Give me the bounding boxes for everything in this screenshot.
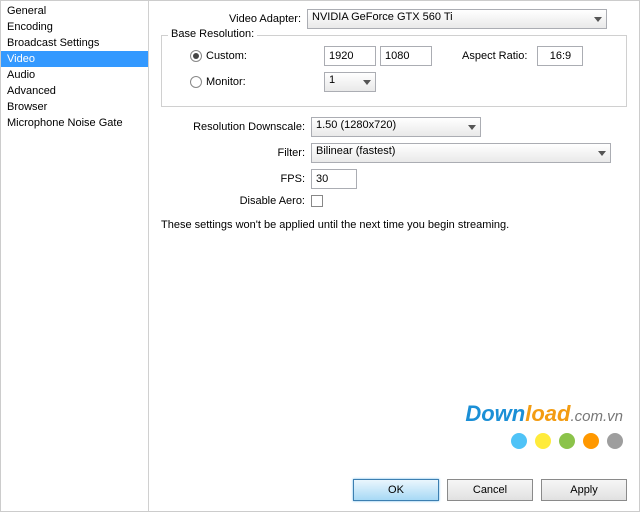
dot-icon xyxy=(511,433,527,449)
sidebar-item-advanced[interactable]: Advanced xyxy=(1,83,148,99)
downscale-label: Resolution Downscale: xyxy=(191,121,305,133)
height-input[interactable] xyxy=(380,46,432,66)
custom-radio[interactable] xyxy=(190,50,202,62)
main-panel: Video Adapter: NVIDIA GeForce GTX 560 Ti… xyxy=(149,1,639,511)
downscale-select[interactable]: 1.50 (1280x720) xyxy=(311,117,481,137)
aspect-ratio-label: Aspect Ratio: xyxy=(462,50,527,62)
fps-label: FPS: xyxy=(191,173,305,185)
filter-select[interactable]: Bilinear (fastest) xyxy=(311,143,611,163)
sidebar-item-browser[interactable]: Browser xyxy=(1,99,148,115)
aspect-ratio-value xyxy=(537,46,583,66)
disable-aero-checkbox[interactable] xyxy=(311,195,323,207)
ok-button[interactable]: OK xyxy=(353,479,439,501)
dot-icon xyxy=(607,433,623,449)
sidebar-item-video[interactable]: Video xyxy=(1,51,148,67)
custom-label: Custom: xyxy=(206,50,264,62)
watermark-dots xyxy=(465,433,623,449)
sidebar-item-audio[interactable]: Audio xyxy=(1,67,148,83)
base-resolution-title: Base Resolution: xyxy=(168,28,257,40)
watermark-part1: Down xyxy=(465,401,525,426)
disable-aero-label: Disable Aero: xyxy=(191,195,305,207)
video-adapter-label: Video Adapter: xyxy=(221,13,301,25)
width-input[interactable] xyxy=(324,46,376,66)
sidebar-item-general[interactable]: General xyxy=(1,3,148,19)
filter-label: Filter: xyxy=(191,147,305,159)
dot-icon xyxy=(583,433,599,449)
cancel-button[interactable]: Cancel xyxy=(447,479,533,501)
apply-button[interactable]: Apply xyxy=(541,479,627,501)
watermark: Download.com.vn xyxy=(465,401,623,449)
video-adapter-select[interactable]: NVIDIA GeForce GTX 560 Ti xyxy=(307,9,607,29)
monitor-radio[interactable] xyxy=(190,76,202,88)
dot-icon xyxy=(559,433,575,449)
base-resolution-group: Base Resolution: Custom: Aspect Ratio: M… xyxy=(161,35,627,107)
sidebar-item-encoding[interactable]: Encoding xyxy=(1,19,148,35)
sidebar-item-mic-noise-gate[interactable]: Microphone Noise Gate xyxy=(1,115,148,131)
apply-note: These settings won't be applied until th… xyxy=(161,219,627,231)
dot-icon xyxy=(535,433,551,449)
watermark-suffix: .com.vn xyxy=(570,408,623,425)
sidebar-item-broadcast[interactable]: Broadcast Settings xyxy=(1,35,148,51)
fps-input[interactable] xyxy=(311,169,357,189)
monitor-label: Monitor: xyxy=(206,76,264,88)
watermark-part2: load xyxy=(525,401,570,426)
monitor-select[interactable]: 1 xyxy=(324,72,376,92)
dialog-footer: OK Cancel Apply xyxy=(353,479,627,501)
settings-sidebar: General Encoding Broadcast Settings Vide… xyxy=(1,1,149,511)
